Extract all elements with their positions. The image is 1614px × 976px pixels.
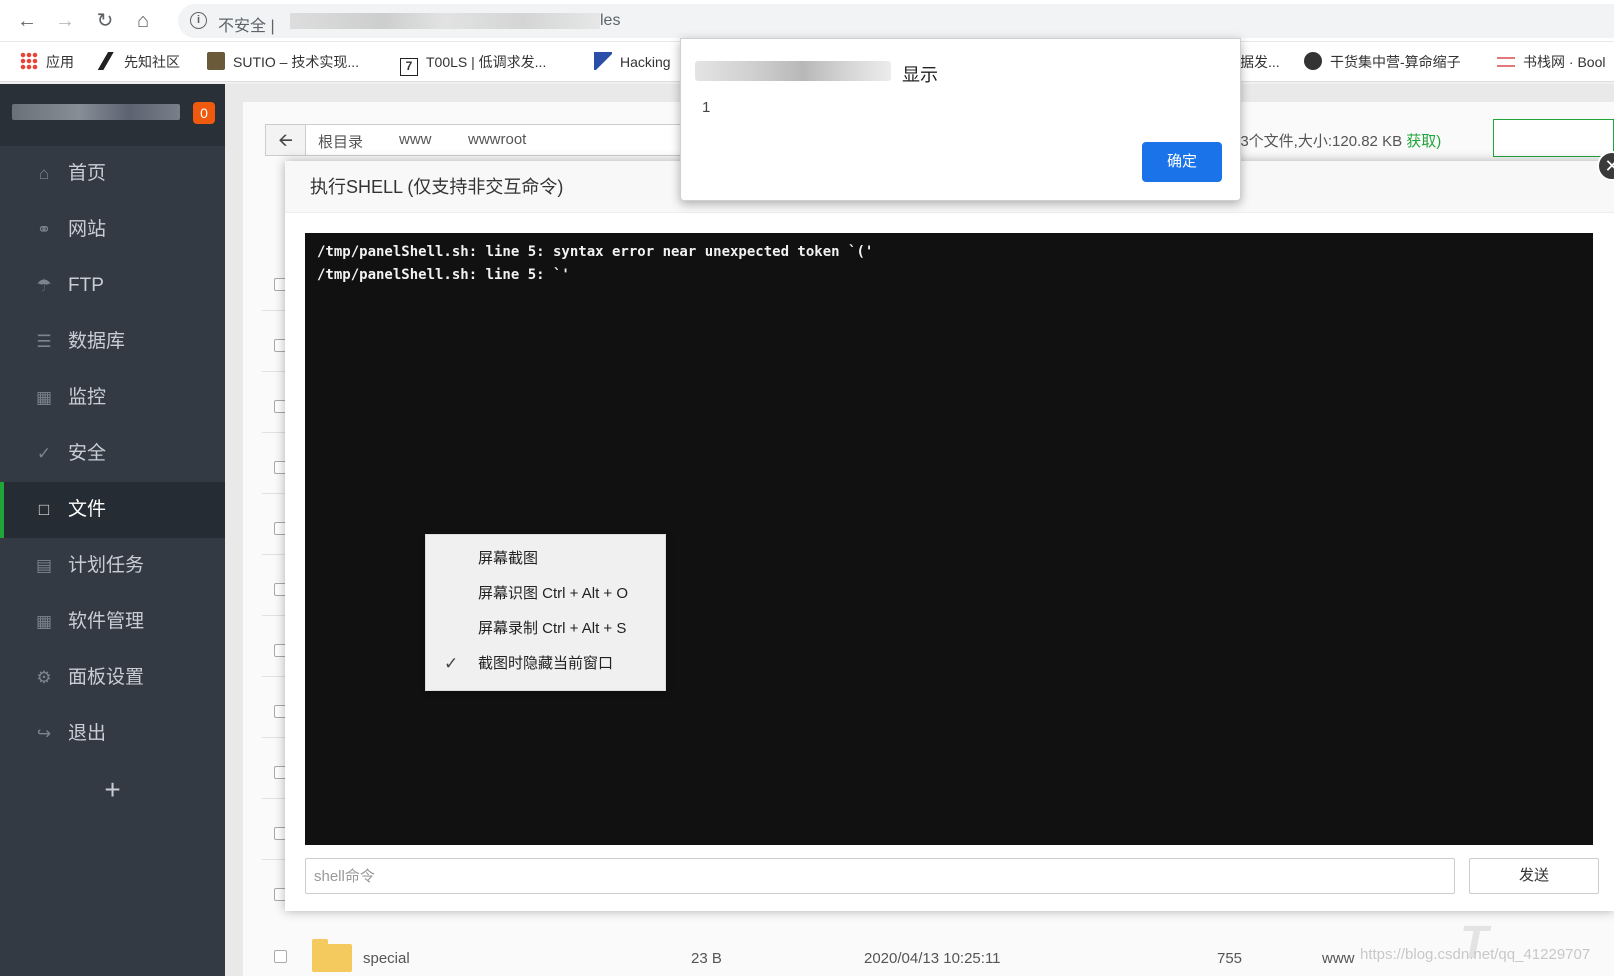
sidebar-item-security[interactable]: ✓ 安全 [0, 426, 225, 482]
file-size: 23 B [691, 950, 722, 967]
menu-item-screenshot[interactable]: 屏幕截图 [426, 542, 667, 576]
bookmark-hacking[interactable]: Hacking [594, 52, 671, 72]
row-checkbox[interactable] [274, 950, 287, 963]
back-arrow-icon[interactable]: ← [14, 8, 40, 34]
home-icon: ⌂ [38, 164, 50, 183]
address-bar[interactable]: i 不安全 | les [178, 4, 1614, 38]
sidebar-item-cron[interactable]: ▤ 计划任务 [0, 538, 225, 594]
sidebar-item-logout[interactable]: ↪ 退出 [0, 706, 225, 762]
output-line: /tmp/panelShell.sh: line 5: syntax error… [317, 244, 874, 260]
file-name[interactable]: special [363, 950, 410, 967]
shell-command-input[interactable] [305, 858, 1455, 894]
file-mtime: 2020/04/13 10:25:11 [864, 950, 1001, 967]
directory-stats: 13个文件,大小:120.82 KB 获取) [1232, 133, 1442, 150]
alert-message: 1 [702, 99, 711, 116]
alert-title: 显示 [902, 65, 938, 85]
breadcrumb-root[interactable]: 根目录 [318, 131, 363, 152]
panel-sidebar: 0 ⌂ 首页 ⚭ 网站 ☂ FTP ☰ 数据库 ▦ 监控 ✓ 安全 □ 文件 ▤ 计划任务 ▦ 软… [0, 84, 225, 976]
reload-icon[interactable]: ↻ [92, 8, 118, 34]
breadcrumb-www[interactable]: www [399, 131, 432, 148]
sidebar-item-settings[interactable]: ⚙ 面板设置 [0, 650, 225, 706]
blurred-server-name [12, 104, 180, 120]
security-label: 不安全 | [218, 18, 275, 35]
apps-icon: ▦ [35, 612, 53, 631]
breadcrumb-wwwroot[interactable]: wwwroot [468, 131, 526, 148]
menu-item-hide-window[interactable]: ✓ 截图时隐藏当前窗口 [426, 647, 667, 681]
bookmark-xianzhi[interactable]: 先知社区 [98, 52, 180, 72]
breadcrumb: 🡨 根目录 www wwwroot [265, 124, 695, 156]
blurred-url [290, 13, 600, 29]
browser-toolbar: ← → ↻ ⌂ i 不安全 | les [0, 0, 1614, 42]
back-arrow-icon[interactable]: 🡨 [266, 125, 306, 155]
file-permission[interactable]: 755 [1217, 950, 1242, 967]
alert-dialog: 显示 1 确定 [680, 38, 1241, 201]
path-search-input[interactable] [1493, 119, 1614, 157]
sidebar-item-website[interactable]: ⚭ 网站 [0, 202, 225, 258]
database-icon: ☰ [36, 332, 52, 351]
globe-icon: ⚭ [36, 220, 52, 239]
calendar-icon: ▤ [35, 556, 53, 575]
tools-icon: 7 [400, 58, 418, 76]
sutio-icon [207, 52, 225, 70]
info-icon[interactable]: i [190, 12, 207, 29]
shield-icon: ✓ [36, 444, 52, 463]
folder-icon [312, 939, 352, 972]
context-menu: 屏幕截图 屏幕识图 Ctrl + Alt + O 屏幕录制 Ctrl + Alt… [425, 534, 666, 691]
blurred-host [695, 61, 891, 81]
add-shortcut-button[interactable]: + [0, 769, 225, 811]
watermark-text: https://blog.csdn.net/qq_41229707 [1360, 946, 1591, 963]
sidebar-item-home[interactable]: ⌂ 首页 [0, 146, 225, 202]
ok-button[interactable]: 确定 [1142, 142, 1222, 182]
checkmark-icon: ✓ [444, 654, 459, 673]
ftp-icon: ☂ [36, 276, 52, 295]
folder-icon: □ [38, 500, 50, 519]
sidebar-item-monitor[interactable]: ▦ 监控 [0, 370, 225, 426]
output-line: /tmp/panelShell.sh: line 5: `' [317, 267, 570, 283]
avatar-icon [1304, 52, 1322, 70]
sidebar-item-software[interactable]: ▦ 软件管理 [0, 594, 225, 650]
bookmark-shuzhan[interactable]: 书栈网 · Bool [1497, 52, 1605, 72]
menu-item-screen-record[interactable]: 屏幕录制 Ctrl + Alt + S [426, 612, 667, 646]
xianzhi-icon [98, 52, 116, 70]
fetch-size-link[interactable]: 获取) [1406, 133, 1441, 150]
apps-grid-icon [20, 52, 38, 70]
book-icon [1497, 57, 1515, 67]
send-button[interactable]: 发送 [1469, 858, 1599, 894]
home-icon[interactable]: ⌂ [130, 8, 156, 34]
file-owner: www [1322, 950, 1355, 967]
forward-arrow-icon[interactable]: → [52, 8, 78, 34]
sidebar-item-files[interactable]: □ 文件 [0, 482, 225, 538]
url-tail: les [600, 12, 621, 29]
gear-icon: ⚙ [36, 668, 52, 687]
hacking-icon [594, 52, 612, 70]
sidebar-item-database[interactable]: ☰ 数据库 [0, 314, 225, 370]
sidebar-item-ftp[interactable]: ☂ FTP [0, 258, 225, 314]
logout-icon: ↪ [36, 724, 52, 743]
bookmark-ganhuo[interactable]: 干货集中营-算命缩子 [1304, 52, 1461, 72]
monitor-icon: ▦ [35, 388, 53, 407]
bookmark-partial[interactable]: 据发... [1240, 52, 1280, 72]
bookmark-sutio[interactable]: SUTIO – 技术实现... [207, 52, 359, 72]
sidebar-header: 0 [0, 84, 225, 146]
menu-item-screen-ocr[interactable]: 屏幕识图 Ctrl + Alt + O [426, 577, 667, 611]
bookmark-apps[interactable]: 应用 [20, 52, 74, 72]
notification-badge[interactable]: 0 [193, 102, 215, 124]
sidebar-menu: ⌂ 首页 ⚭ 网站 ☂ FTP ☰ 数据库 ▦ 监控 ✓ 安全 □ 文件 ▤ 计划任务 ▦ 软件管… [0, 146, 225, 762]
bookmark-tools[interactable]: 7 T00LS | 低调求发... [400, 52, 546, 76]
